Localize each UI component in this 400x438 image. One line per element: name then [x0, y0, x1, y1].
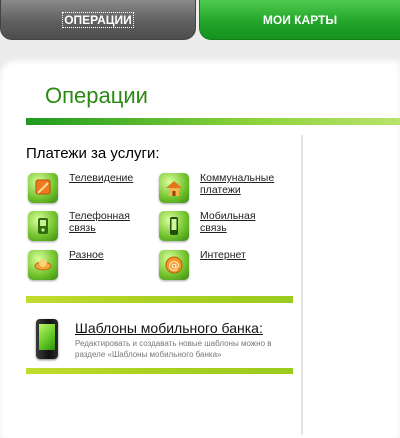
- column-divider: [301, 135, 303, 435]
- operations-panel: Операции Платежи за услуги: Телевидение …: [0, 58, 400, 438]
- title-underline: [26, 118, 400, 125]
- misc-icon[interactable]: [28, 250, 58, 280]
- tv-icon[interactable]: [28, 173, 58, 203]
- section-title: Платежи за услуги:: [26, 145, 160, 162]
- service-utilities-link[interactable]: Коммунальные платежи: [200, 172, 294, 196]
- bottom-divider: [26, 368, 293, 374]
- page-title: Операции: [45, 83, 148, 108]
- mobile-bank-templates-link[interactable]: Шаблоны мобильного банка:: [75, 320, 263, 336]
- mobile-phone-icon: [36, 319, 58, 359]
- top-tabs: ОПЕРАЦИИ МОИ КАРТЫ: [0, 0, 400, 42]
- tab-operations[interactable]: ОПЕРАЦИИ: [0, 0, 196, 40]
- tab-operations-label: ОПЕРАЦИИ: [62, 11, 134, 28]
- service-internet[interactable]: @ Интернет: [159, 249, 246, 280]
- service-internet-link[interactable]: Интернет: [200, 249, 246, 261]
- templates-description: Редактировать и создавать новые шаблоны …: [75, 339, 272, 359]
- service-mobile[interactable]: Мобильная связь: [159, 210, 294, 241]
- service-tv[interactable]: Телевидение: [28, 172, 133, 203]
- service-utilities[interactable]: Коммунальные платежи: [159, 172, 294, 203]
- house-icon[interactable]: [159, 173, 189, 203]
- service-phone-link[interactable]: Телефонная связь: [69, 210, 139, 234]
- service-tv-link[interactable]: Телевидение: [69, 172, 133, 184]
- internet-icon[interactable]: @: [159, 250, 189, 280]
- phone-icon[interactable]: [28, 211, 58, 241]
- mobile-icon[interactable]: [159, 211, 189, 241]
- tab-my-cards-label: МОИ КАРТЫ: [262, 12, 338, 27]
- svg-text:@: @: [169, 259, 180, 272]
- service-misc-link[interactable]: Разное: [69, 249, 104, 261]
- section-divider: [26, 296, 293, 303]
- tab-my-cards[interactable]: МОИ КАРТЫ: [199, 0, 400, 40]
- service-phone[interactable]: Телефонная связь: [28, 210, 139, 241]
- service-misc[interactable]: Разное: [28, 249, 104, 280]
- service-mobile-link[interactable]: Мобильная связь: [200, 210, 270, 234]
